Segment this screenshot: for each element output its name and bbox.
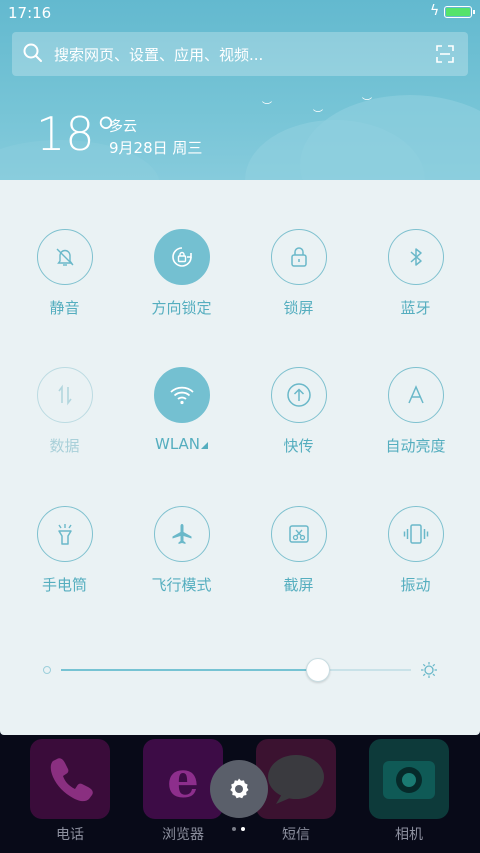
brightness-slider[interactable] (40, 650, 440, 690)
bird-icon: ︶ (362, 98, 372, 109)
toggle-label: 飞行模式 (151, 576, 212, 594)
phone-icon[interactable] (30, 739, 110, 819)
toggle-circle[interactable] (387, 367, 444, 423)
mobile-data-icon (57, 384, 72, 406)
toggle-label: 手电筒 (41, 576, 87, 594)
airplane-icon (172, 524, 191, 544)
toggle-label: 快传 (283, 437, 314, 455)
settings-button[interactable] (210, 760, 268, 818)
toggle-circle[interactable] (36, 367, 93, 423)
battery-level-fill (446, 8, 470, 16)
toggle-label: 蓝牙 (400, 299, 431, 317)
quick-settings-panel: 静音 方向锁定 锁屏 蓝牙 数据 WLAN 快传 自动亮度 手电筒 飞行模式 截… (0, 180, 480, 735)
toggle-rotation-lock[interactable]: 方向锁定 (123, 229, 240, 318)
app-label: 电话 (56, 827, 84, 843)
toggle-label: 锁屏 (283, 299, 314, 317)
page-dot (232, 827, 236, 831)
toggle-screenshot[interactable]: 截屏 (240, 506, 357, 595)
page-indicator (232, 827, 248, 833)
toggle-circle[interactable] (36, 506, 93, 562)
bird-icon: ︶ (313, 110, 323, 121)
status-bar: 17:16 ϟ (0, 0, 480, 26)
weather-temperature[interactable]: 18° (36, 104, 118, 164)
toggle-label: 振动 (400, 576, 431, 594)
toggle-lock-screen[interactable]: 锁屏 (240, 229, 357, 318)
toggle-mute[interactable]: 静音 (6, 229, 123, 318)
app-phone[interactable]: 电话 (20, 739, 120, 844)
toggle-circle[interactable] (270, 367, 327, 423)
toggle-circle[interactable] (153, 229, 210, 285)
toggle-circle[interactable] (387, 506, 444, 562)
weather-condition: 多云 (109, 119, 137, 135)
app-label: 浏览器 (162, 827, 204, 843)
toggle-circle[interactable] (153, 367, 210, 423)
toggle-label: 截屏 (283, 576, 314, 594)
app-label: 相机 (395, 827, 423, 843)
toggle-label: WLAN (123, 435, 240, 453)
toggle-circle[interactable] (153, 506, 210, 562)
gear-icon (230, 778, 249, 799)
search-icon (23, 43, 42, 62)
toggle-mobile-data[interactable]: 数据 (6, 367, 123, 456)
screenshot-icon (288, 525, 309, 543)
bluetooth-icon (409, 248, 422, 266)
scan-icon[interactable] (436, 45, 454, 63)
auto-brightness-icon (407, 385, 424, 404)
toggle-quick-transfer[interactable]: 快传 (240, 367, 357, 456)
search-input[interactable]: 搜索网页、设置、应用、视频... (54, 44, 263, 65)
camera-icon[interactable] (369, 739, 449, 819)
sms-icon[interactable] (256, 739, 336, 819)
brightness-fill (61, 669, 317, 671)
bird-icon: ︶ (262, 102, 272, 113)
toggle-circle[interactable] (387, 229, 444, 285)
toggle-flashlight[interactable]: 手电筒 (6, 506, 123, 595)
bell-off-icon (56, 248, 73, 266)
lock-icon (290, 247, 307, 267)
weather-date: 9月28日 周三 (109, 139, 203, 157)
brightness-high-icon (421, 662, 437, 678)
cloud-shape (300, 95, 480, 180)
vibrate-icon (403, 524, 428, 544)
upload-icon (286, 383, 311, 407)
toggle-label: 方向锁定 (151, 299, 212, 317)
brightness-thumb[interactable] (305, 658, 330, 682)
toggle-label: 静音 (49, 299, 80, 317)
battery-icon (444, 6, 475, 18)
app-camera[interactable]: 相机 (359, 739, 459, 844)
toggle-circle[interactable] (36, 229, 93, 285)
toggle-circle[interactable] (270, 506, 327, 562)
page-dot (241, 827, 245, 831)
search-bar[interactable]: 搜索网页、设置、应用、视频... (12, 32, 468, 76)
svg-text:e: e (167, 750, 199, 809)
rotation-lock-icon (171, 247, 192, 267)
toggle-circle[interactable] (270, 229, 327, 285)
brightness-track[interactable] (61, 669, 411, 671)
wifi-icon (169, 386, 194, 405)
flashlight-icon (57, 524, 72, 545)
expand-corner-icon (201, 442, 208, 449)
weather-header: ︶ ︶ ︶ 17:16 ϟ 搜索网页、设置、应用、视频... 18° 多云 9月… (0, 0, 480, 180)
status-time: 17:16 (8, 4, 52, 22)
brightness-low-icon (43, 666, 51, 674)
toggle-bluetooth[interactable]: 蓝牙 (357, 229, 474, 318)
toggle-airplane-mode[interactable]: 飞行模式 (123, 506, 240, 595)
toggle-label: 数据 (49, 437, 80, 455)
toggle-auto-brightness[interactable]: 自动亮度 (357, 367, 474, 456)
wlan-label-text: WLAN (154, 435, 200, 453)
toggle-vibrate[interactable]: 振动 (357, 506, 474, 595)
toggle-wlan[interactable]: WLAN (123, 367, 240, 453)
toggle-label: 自动亮度 (385, 437, 446, 455)
app-label: 短信 (282, 827, 310, 843)
home-dock: 电话 e 浏览器 短信 相机 (0, 735, 480, 853)
charging-icon: ϟ (430, 3, 440, 19)
